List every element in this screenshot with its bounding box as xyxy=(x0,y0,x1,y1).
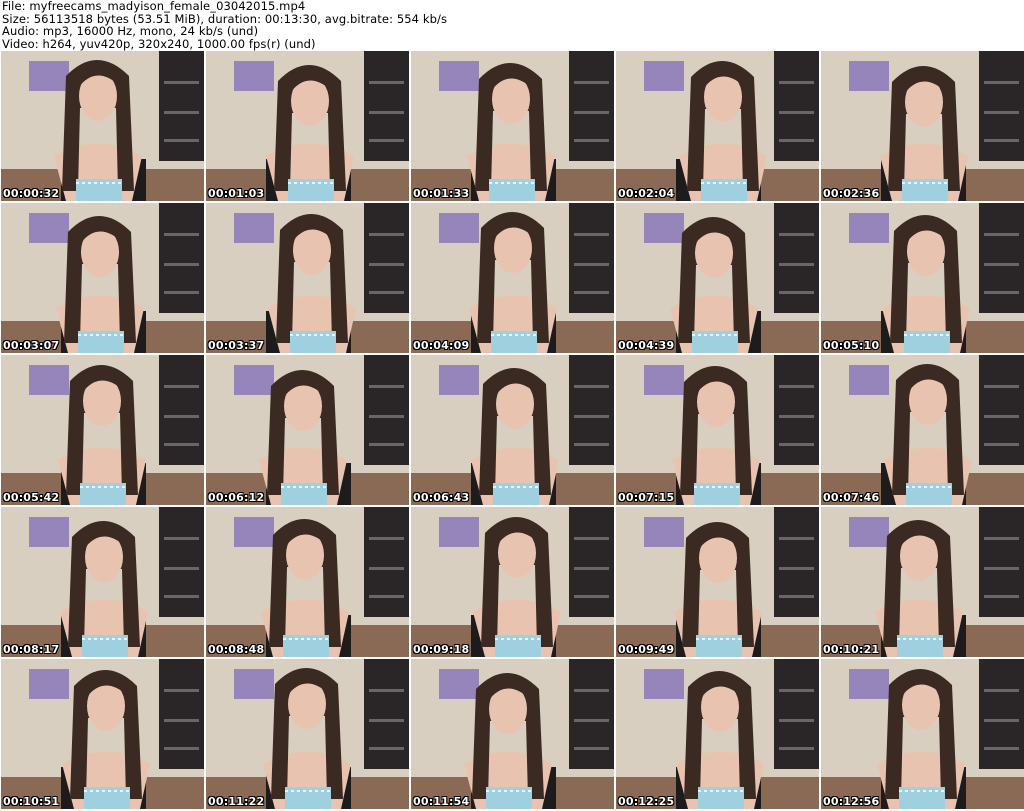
audio-info-line: Audio: mp3, 16000 Hz, mono, 24 kb/s (und… xyxy=(2,24,259,39)
video-thumbnail[interactable]: 00:08:17 xyxy=(1,507,204,657)
video-thumbnail[interactable]: 00:02:04 xyxy=(616,51,819,201)
webcam-frame-image xyxy=(411,355,614,505)
webcam-frame-image xyxy=(206,203,409,353)
video-thumbnail[interactable]: 00:05:42 xyxy=(1,355,204,505)
webcam-frame-image xyxy=(821,203,1024,353)
video-thumbnail[interactable]: 00:07:46 xyxy=(821,355,1024,505)
thumbnail-timestamp: 00:02:36 xyxy=(823,187,880,200)
webcam-frame-image xyxy=(616,203,819,353)
video-thumbnail[interactable]: 00:10:21 xyxy=(821,507,1024,657)
webcam-frame-image xyxy=(821,355,1024,505)
video-thumbnail[interactable]: 00:06:43 xyxy=(411,355,614,505)
thumbnail-timestamp: 00:04:39 xyxy=(618,339,675,352)
video-thumbnail[interactable]: 00:04:39 xyxy=(616,203,819,353)
webcam-frame-image xyxy=(411,507,614,657)
video-thumbnail[interactable]: 00:01:03 xyxy=(206,51,409,201)
thumbnail-timestamp: 00:10:51 xyxy=(3,795,60,808)
webcam-frame-image xyxy=(1,659,204,809)
video-thumbnail[interactable]: 00:07:15 xyxy=(616,355,819,505)
video-thumbnail[interactable]: 00:09:49 xyxy=(616,507,819,657)
thumbnail-timestamp: 00:09:18 xyxy=(413,643,470,656)
video-thumbnail[interactable]: 00:00:32 xyxy=(1,51,204,201)
video-thumbnail[interactable]: 00:02:36 xyxy=(821,51,1024,201)
video-thumbnail[interactable]: 00:09:18 xyxy=(411,507,614,657)
thumbnail-timestamp: 00:05:10 xyxy=(823,339,880,352)
thumbnail-timestamp: 00:12:56 xyxy=(823,795,880,808)
thumbnail-timestamp: 00:09:49 xyxy=(618,643,675,656)
webcam-frame-image xyxy=(1,507,204,657)
webcam-frame-image xyxy=(616,355,819,505)
video-thumbnail[interactable]: 00:12:56 xyxy=(821,659,1024,809)
thumbnail-timestamp: 00:08:17 xyxy=(3,643,60,656)
thumbnail-timestamp: 00:11:22 xyxy=(208,795,265,808)
thumbnail-timestamp: 00:02:04 xyxy=(618,187,675,200)
thumbnail-timestamp: 00:12:25 xyxy=(618,795,675,808)
video-info-line: Video: h264, yuv420p, 320x240, 1000.00 f… xyxy=(2,36,316,51)
video-thumbnail[interactable]: 00:04:09 xyxy=(411,203,614,353)
thumbnail-timestamp: 00:06:43 xyxy=(413,491,470,504)
webcam-frame-image xyxy=(616,659,819,809)
webcam-frame-image xyxy=(616,507,819,657)
webcam-frame-image xyxy=(206,507,409,657)
video-thumbnail[interactable]: 00:01:33 xyxy=(411,51,614,201)
webcam-frame-image xyxy=(411,659,614,809)
webcam-frame-image xyxy=(411,51,614,201)
webcam-frame-image xyxy=(821,51,1024,201)
webcam-frame-image xyxy=(821,659,1024,809)
video-thumbnail[interactable]: 00:03:07 xyxy=(1,203,204,353)
thumbnail-timestamp: 00:06:12 xyxy=(208,491,265,504)
thumbnail-timestamp: 00:11:54 xyxy=(413,795,470,808)
webcam-frame-image xyxy=(616,51,819,201)
thumbnail-timestamp: 00:05:42 xyxy=(3,491,60,504)
thumbnail-timestamp: 00:00:32 xyxy=(3,187,60,200)
thumbnail-timestamp: 00:07:46 xyxy=(823,491,880,504)
thumbnail-timestamp: 00:10:21 xyxy=(823,643,880,656)
thumbnail-timestamp: 00:01:33 xyxy=(413,187,470,200)
video-thumbnail[interactable]: 00:08:48 xyxy=(206,507,409,657)
file-name-line: File: myfreecams_madyison_female_0304201… xyxy=(2,0,306,13)
video-thumbnail[interactable]: 00:11:54 xyxy=(411,659,614,809)
webcam-frame-image xyxy=(206,355,409,505)
video-info-header: File: myfreecams_madyison_female_0304201… xyxy=(2,0,1022,50)
thumbnail-timestamp: 00:04:09 xyxy=(413,339,470,352)
video-thumbnail[interactable]: 00:06:12 xyxy=(206,355,409,505)
thumbnail-timestamp: 00:03:07 xyxy=(3,339,60,352)
thumbnail-timestamp: 00:07:15 xyxy=(618,491,675,504)
webcam-frame-image xyxy=(1,355,204,505)
thumbnail-timestamp: 00:01:03 xyxy=(208,187,265,200)
webcam-frame-image xyxy=(206,659,409,809)
thumbnail-timestamp: 00:03:37 xyxy=(208,339,265,352)
webcam-frame-image xyxy=(821,507,1024,657)
video-thumbnail[interactable]: 00:11:22 xyxy=(206,659,409,809)
webcam-frame-image xyxy=(206,51,409,201)
webcam-frame-image xyxy=(411,203,614,353)
webcam-frame-image xyxy=(1,51,204,201)
video-thumbnail[interactable]: 00:05:10 xyxy=(821,203,1024,353)
video-thumbnail[interactable]: 00:12:25 xyxy=(616,659,819,809)
webcam-frame-image xyxy=(1,203,204,353)
thumbnail-grid: 00:00:32 00:01:03 00:01:33 00:02:04 00:02:36… xyxy=(1,51,1024,809)
video-thumbnail[interactable]: 00:03:37 xyxy=(206,203,409,353)
video-thumbnail[interactable]: 00:10:51 xyxy=(1,659,204,809)
thumbnail-timestamp: 00:08:48 xyxy=(208,643,265,656)
